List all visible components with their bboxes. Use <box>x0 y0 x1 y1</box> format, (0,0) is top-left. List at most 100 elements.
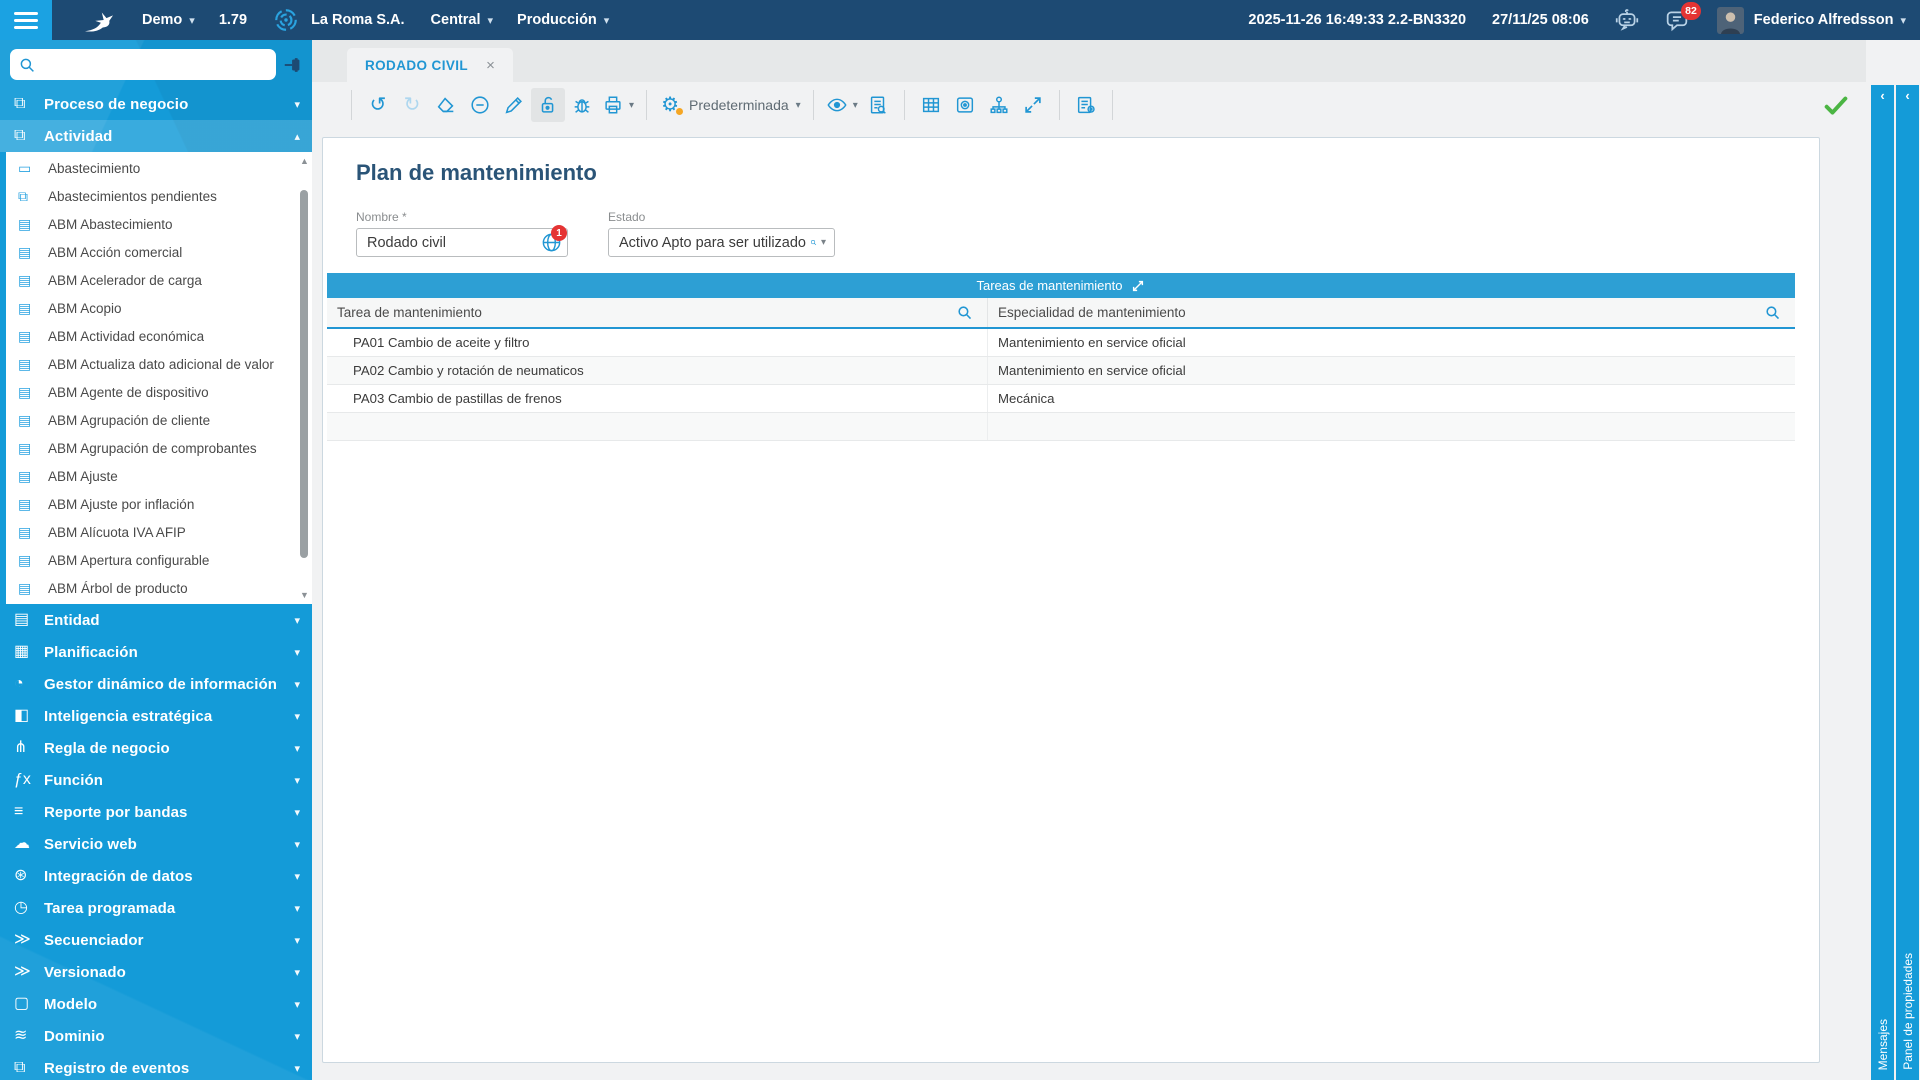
sidebar-item-planificacion[interactable]: ▦ Planificación ▾ <box>0 636 312 668</box>
submenu-item-abm-arbol-de-producto[interactable]: ▤ ABM Árbol de producto <box>6 574 312 602</box>
scroll-down-arrow-icon[interactable]: ▼ <box>298 588 311 602</box>
expand-view-button[interactable] <box>1016 88 1050 122</box>
submenu-item-abastecimientos-pendientes[interactable]: ⧉ Abastecimientos pendientes <box>6 182 312 210</box>
submenu-item-abm-agente-de-dispositivo[interactable]: ▤ ABM Agente de dispositivo <box>6 378 312 406</box>
chevron-down-icon: ▾ <box>294 870 300 883</box>
messages-chat-icon[interactable]: 82 <box>1663 6 1691 34</box>
hierarchy-button[interactable] <box>982 88 1016 122</box>
column-search-icon[interactable] <box>956 304 973 321</box>
snapshot-button[interactable] <box>948 88 982 122</box>
globe-translations-icon[interactable]: 1 <box>540 231 563 254</box>
abm-list-icon: ▤ <box>18 245 48 259</box>
print-button[interactable]: ▾ <box>599 88 637 122</box>
sidebar-search-input[interactable] <box>42 56 268 74</box>
submenu-item-abm-ajuste[interactable]: ▤ ABM Ajuste <box>6 462 312 490</box>
sidebar-item-gestor-dinamico-de-informacion[interactable]: ◔ Gestor dinámico de información ▾ <box>0 668 312 700</box>
sidebar-item-modelo[interactable]: ▢ Modelo ▾ <box>0 988 312 1020</box>
undo-button[interactable]: ↺ <box>361 88 395 122</box>
scrollbar-thumb[interactable] <box>300 190 308 558</box>
confirm-check-icon[interactable] <box>1822 91 1850 119</box>
cell-tarea <box>327 413 987 440</box>
sidebar-item-actividad[interactable]: ⧉ Actividad ▴ <box>0 120 312 152</box>
sidebar-item-servicio-web[interactable]: ☁ Servicio web ▾ <box>0 828 312 860</box>
cell-especialidad: Mecánica <box>987 385 1795 412</box>
sidebar-item-tarea-programada[interactable]: ◷ Tarea programada ▾ <box>0 892 312 924</box>
sidebar-item-dominio[interactable]: ≋ Dominio ▾ <box>0 1020 312 1052</box>
submenu-item-abm-acelerador-de-carga[interactable]: ▤ ABM Acelerador de carga <box>6 266 312 294</box>
company-label: La Roma S.A. <box>311 12 404 28</box>
table-row[interactable]: PA02 Cambio y rotación de neumaticos Man… <box>327 357 1795 385</box>
grid-title: Tareas de mantenimiento <box>977 278 1123 293</box>
unlock-button[interactable] <box>531 88 565 122</box>
submenu-item-abm-alicuota-iva-afip[interactable]: ▤ ABM Alícuota IVA AFIP <box>6 518 312 546</box>
submenu-item-abm-agrupacion-de-cliente[interactable]: ▤ ABM Agrupación de cliente <box>6 406 312 434</box>
submenu-item-abastecimiento[interactable]: ▭ Abastecimiento <box>6 154 312 182</box>
view-settings-button[interactable]: ⚙ Predeterminada ▾ <box>656 88 804 122</box>
table-row[interactable] <box>327 413 1795 441</box>
delete-button[interactable] <box>463 88 497 122</box>
chevron-down-icon: ▾ <box>294 1030 300 1043</box>
submenu-item-abm-actualiza-dato-adicional-de-valor[interactable]: ▤ ABM Actualiza dato adicional de valor <box>6 350 312 378</box>
branch-selector[interactable]: Central ▾ <box>431 12 494 28</box>
column-search-icon[interactable] <box>1764 304 1781 321</box>
deployment-label: Producción <box>517 12 597 28</box>
lookup-search-icon[interactable] <box>810 233 817 252</box>
sidebar-item-regla-de-negocio[interactable]: ⋔ Regla de negocio ▾ <box>0 732 312 764</box>
pin-sidebar-icon[interactable] <box>282 54 304 76</box>
chevron-down-icon: ▾ <box>488 14 494 27</box>
sidebar-item-integracion-de-datos[interactable]: ⊛ Integración de datos ▾ <box>0 860 312 892</box>
debug-button[interactable] <box>565 88 599 122</box>
submenu-item-abm-agrupacion-de-comprobantes[interactable]: ▤ ABM Agrupación de comprobantes <box>6 434 312 462</box>
preview-button[interactable]: ▾ <box>823 88 861 122</box>
sidebar-item-registro-de-eventos[interactable]: ⧉ Registro de eventos ▾ <box>0 1052 312 1080</box>
nombre-input[interactable] <box>356 228 568 257</box>
edit-button[interactable] <box>497 88 531 122</box>
abm-list-icon: ▤ <box>18 413 48 427</box>
submenu-item-abm-accion-comercial[interactable]: ▤ ABM Acción comercial <box>6 238 312 266</box>
submenu-item-abm-ajuste-por-inflacion[interactable]: ▤ ABM Ajuste por inflación <box>6 490 312 518</box>
document-search-button[interactable] <box>861 88 895 122</box>
table-row[interactable]: PA03 Cambio de pastillas de frenos Mecán… <box>327 385 1795 413</box>
sidebar-search-box[interactable] <box>10 49 276 80</box>
user-menu[interactable]: Federico Alfredsson ▾ <box>1754 12 1906 28</box>
chevron-down-icon: ▾ <box>294 646 300 659</box>
estado-select[interactable]: Activo Apto para ser utilizado ▾ <box>608 228 835 257</box>
scheduled-icon: ◷ <box>14 900 44 916</box>
flow-icon <box>988 94 1010 116</box>
hamburger-menu-button[interactable] <box>0 0 52 40</box>
deployment-selector[interactable]: Producción ▾ <box>517 12 609 28</box>
toolbar-separator <box>351 90 352 120</box>
expand-grid-icon[interactable] <box>1131 279 1145 293</box>
sidebar-item-secuenciador[interactable]: ≫ Secuenciador ▾ <box>0 924 312 956</box>
environment-selector[interactable]: Demo ▾ <box>142 12 195 28</box>
assistant-robot-icon[interactable] <box>1613 6 1641 34</box>
build-info-label: 2025-11-26 16:49:33 2.2-BN3320 <box>1248 12 1466 28</box>
toolbar-separator <box>904 90 905 120</box>
panel-tab-mensajes[interactable]: ‹ Mensajes <box>1871 85 1894 1080</box>
grid-view-button[interactable] <box>914 88 948 122</box>
panel-tab-panel-de-propiedades[interactable]: ‹ Panel de propiedades <box>1896 85 1919 1080</box>
sidebar-item-entidad[interactable]: ▤ Entidad ▾ <box>0 604 312 636</box>
audit-log-button[interactable] <box>1069 88 1103 122</box>
tab-close-icon[interactable]: × <box>486 58 495 73</box>
sidebar-item-funcion[interactable]: ƒx Función ▾ <box>0 764 312 796</box>
submenu-item-abm-acopio[interactable]: ▤ ABM Acopio <box>6 294 312 322</box>
submenu-item-abm-apertura-configurable[interactable]: ▤ ABM Apertura configurable <box>6 546 312 574</box>
sidebar-item-reporte-por-bandas[interactable]: ≡ Reporte por bandas ▾ <box>0 796 312 828</box>
table-row[interactable]: PA01 Cambio de aceite y filtro Mantenimi… <box>327 329 1795 357</box>
submenu-item-abm-actividad-economica[interactable]: ▤ ABM Actividad económica <box>6 322 312 350</box>
tab-rodado-civil[interactable]: RODADO CIVIL × <box>347 48 513 82</box>
sidebar-item-versionado[interactable]: ≫ Versionado ▾ <box>0 956 312 988</box>
redo-button[interactable]: ↻ <box>395 88 429 122</box>
user-avatar[interactable] <box>1717 7 1744 34</box>
submenu-scrollbar[interactable]: ▲ ▼ <box>298 154 311 602</box>
clear-button[interactable] <box>429 88 463 122</box>
sidebar-item-inteligencia-estrategica[interactable]: ◧ Inteligencia estratégica ▾ <box>0 700 312 732</box>
scroll-up-arrow-icon[interactable]: ▲ <box>298 154 311 168</box>
cell-especialidad: Mantenimiento en service oficial <box>987 357 1795 384</box>
chevron-down-icon[interactable]: ▾ <box>821 237 826 248</box>
estado-value: Activo Apto para ser utilizado <box>619 235 806 251</box>
view-name-label: Predeterminada <box>689 97 789 113</box>
sidebar-item-proceso-de-negocio[interactable]: ⧉ Proceso de negocio ▾ <box>0 88 312 120</box>
submenu-item-abm-abastecimiento[interactable]: ▤ ABM Abastecimiento <box>6 210 312 238</box>
